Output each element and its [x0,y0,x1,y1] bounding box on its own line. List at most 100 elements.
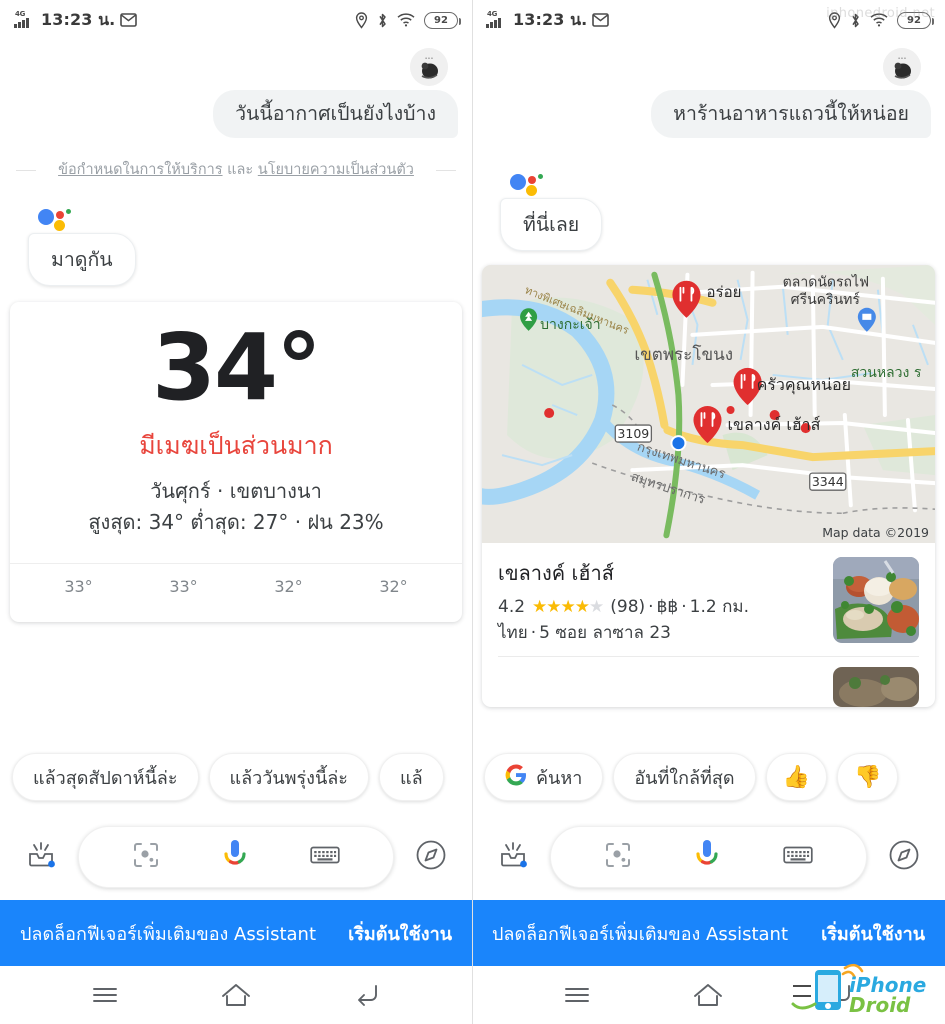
suggestion-chip-nearest[interactable]: อันที่ใกล้ที่สุด [613,753,756,801]
explore-button[interactable] [408,839,454,875]
place-cuisine: ไทย [498,622,528,643]
place-result-row[interactable]: เขลางค์ เฮ้าส์ 4.2 ★★★★ ★ (98) · ฿฿ · 1.2… [482,543,935,656]
place-rating: 4.2 [498,597,526,618]
place-photo-thumbnail[interactable] [833,557,919,644]
places-result-card[interactable]: 3109 3344 ทางพิเศษเฉลิมมหานคร บางกะเจ้า … [482,265,935,708]
legal-conjunction: และ [222,162,258,179]
map-view[interactable]: 3109 3344 ทางพิเศษเฉลิมมหานคร บางกะเจ้า … [482,265,935,544]
svg-text:•••: ••• [425,56,434,62]
terms-of-service-link[interactable]: ข้อกำหนดในการให้บริการ [58,162,222,178]
suggestion-chips[interactable]: ค้นหา อันที่ใกล้ที่สุด 👍 👎 [472,740,945,814]
google-lens-icon[interactable] [132,841,160,873]
status-bar-left: 4G 13:23 น. [486,8,610,33]
home-icon[interactable] [691,982,725,1008]
status-bar-right: 92 [355,11,461,29]
signal-4g-icon: 4G [486,10,508,29]
restaurant-label: เขลางค์ เฮ้าส์ [728,415,821,434]
forecast-temp: 33° [64,576,93,596]
inbox-button[interactable] [490,840,536,874]
park-label: สวนหลวง ร [851,365,922,381]
map-attribution: Map data ©2019 [822,525,929,541]
legal-divider-right [436,169,456,171]
location-icon [828,11,841,29]
svg-text:3344: 3344 [812,474,844,489]
microphone-icon[interactable] [221,838,249,876]
explore-compass-icon [888,839,920,875]
avatar[interactable]: ••• [410,48,448,86]
assistant-promo-banner[interactable]: ปลดล็อกฟีเจอร์เพิ่มเติมของ Assistant เริ… [472,900,945,966]
legal-links-row: ข้อกำหนดในการให้บริการ และ นโยบายความเป็… [16,160,456,180]
weather-temperature: 34° [151,313,322,421]
separator-dot: · [648,597,654,618]
weather-high-low-rain: สูงสุด: 34° ต่ำสุด: 27° · ฝน 23% [88,509,384,534]
signal-4g-icon: 4G [14,10,36,29]
place-result-row-next[interactable] [482,657,935,708]
promo-cta-button[interactable]: เริ่มต้นใช้งาน [348,919,452,948]
place-info: เขลางค์ เฮ้าส์ 4.2 ★★★★ ★ (98) · ฿฿ · 1.2… [498,557,823,646]
keyboard-icon[interactable] [310,844,340,870]
network-type-label: 4G [15,10,26,18]
back-icon[interactable] [825,982,855,1008]
suggestion-chips-container: ค้นหา อันที่ใกล้ที่สุด 👍 👎 [472,740,945,814]
google-assistant-logo-icon [510,172,544,197]
user-message-bubble[interactable]: วันนี้อากาศเป็นยังไงบ้าง [213,90,458,139]
assistant-action-pill[interactable] [78,826,394,888]
suggestion-chip[interactable]: แล้ววันพรุ่งนี้ล่ะ [208,753,369,801]
android-navigation-bar [472,966,945,1024]
conversation-left: ••• วันนี้อากาศเป็นยังไงบ้าง ข้อกำหนดในก… [0,48,472,286]
assistant-action-pill[interactable] [550,826,867,888]
promo-cta-button[interactable]: เริ่มต้นใช้งาน [821,919,925,948]
status-bar: 4G 13:23 น. 92 [472,0,945,40]
inbox-icon [496,840,530,874]
suggestion-chip[interactable]: แล้วสุดสัปดาห์นี้ล่ะ [12,753,199,801]
forecast-temp: 32° [379,576,408,596]
microphone-icon[interactable] [693,838,721,876]
google-assistant-logo-icon [38,207,72,231]
user-message-bubble[interactable]: หาร้านอาหารแถวนี้ให้หน่อย [651,90,931,139]
promo-text: ปลดล็อกฟีเจอร์เพิ่มเติมของ Assistant [20,923,317,945]
forecast-temp: 33° [169,576,198,596]
place-photo-thumbnail[interactable] [833,667,919,708]
explore-compass-icon [415,839,447,875]
legal-divider-left [16,169,36,171]
status-bar-right: 92 [828,11,934,29]
map-dot [726,406,735,415]
mail-icon [120,13,138,27]
suggestion-chips[interactable]: แล้วสุดสัปดาห์นี้ล่ะ แล้ววันพรุ่งนี้ล่ะ … [0,740,472,814]
menu-recents-icon[interactable] [562,984,592,1006]
place-cuisine-line: ไทย · 5 ซอย ลาซาล 23 [498,621,823,647]
menu-recents-icon[interactable] [90,984,120,1006]
weather-day-location: วันศุกร์ · เขตบางนา [150,478,322,503]
conversation-right: ••• หาร้านอาหารแถวนี้ให้หน่อย ที่นี่เลย [472,48,945,252]
panel-divider [472,0,473,1024]
restaurant-label: อร่อย [706,283,741,301]
suggestion-chip-label: ค้นหา [536,767,583,789]
user-location-dot [670,435,687,452]
network-type-label: 4G [487,10,498,18]
assistant-promo-banner[interactable]: ปลดล็อกฟีเจอร์เพิ่มเติมของ Assistant เริ… [0,900,472,966]
suggestion-chip-search[interactable]: ค้นหา [484,753,604,801]
keyboard-icon[interactable] [783,844,813,870]
back-icon[interactable] [352,982,382,1008]
separator-dot: · [681,597,687,618]
clock-label: 13:23 น. [513,9,588,29]
suggestion-chip[interactable]: แล้ [378,753,444,801]
promo-text: ปลดล็อกฟีเจอร์เพิ่มเติมของ Assistant [492,923,789,945]
left-phone-panel: 4G 13:23 น. 92 ••• วันนี้อากาศเป็นยังไงบ… [0,0,472,1024]
forecast-temp: 32° [274,576,303,596]
inbox-button[interactable] [18,840,64,874]
assistant-reply-bubble: มาดูกัน [28,232,136,286]
explore-button[interactable] [881,839,927,875]
route-shield: 3109 [614,424,653,444]
privacy-policy-link[interactable]: นโยบายความเป็นส่วนตัว [258,162,414,178]
user-message-row: วันนี้อากาศเป็นยังไงบ้าง [14,90,458,139]
home-icon[interactable] [219,982,253,1008]
restaurant-label: ครัวคุณหน่อย [757,375,851,395]
thumbs-up-button[interactable]: 👍 [765,753,827,801]
weather-body: 34° มีเมฆเป็นส่วนมาก วันศุกร์ · เขตบางนา… [10,302,462,537]
thumbs-down-button[interactable]: 👎 [836,753,899,801]
google-lens-icon[interactable] [604,841,632,873]
avatar[interactable]: ••• [883,48,921,86]
weather-card[interactable]: 34° มีเมฆเป็นส่วนมาก วันศุกร์ · เขตบางนา… [10,301,462,622]
separator-dot: · [530,622,537,643]
